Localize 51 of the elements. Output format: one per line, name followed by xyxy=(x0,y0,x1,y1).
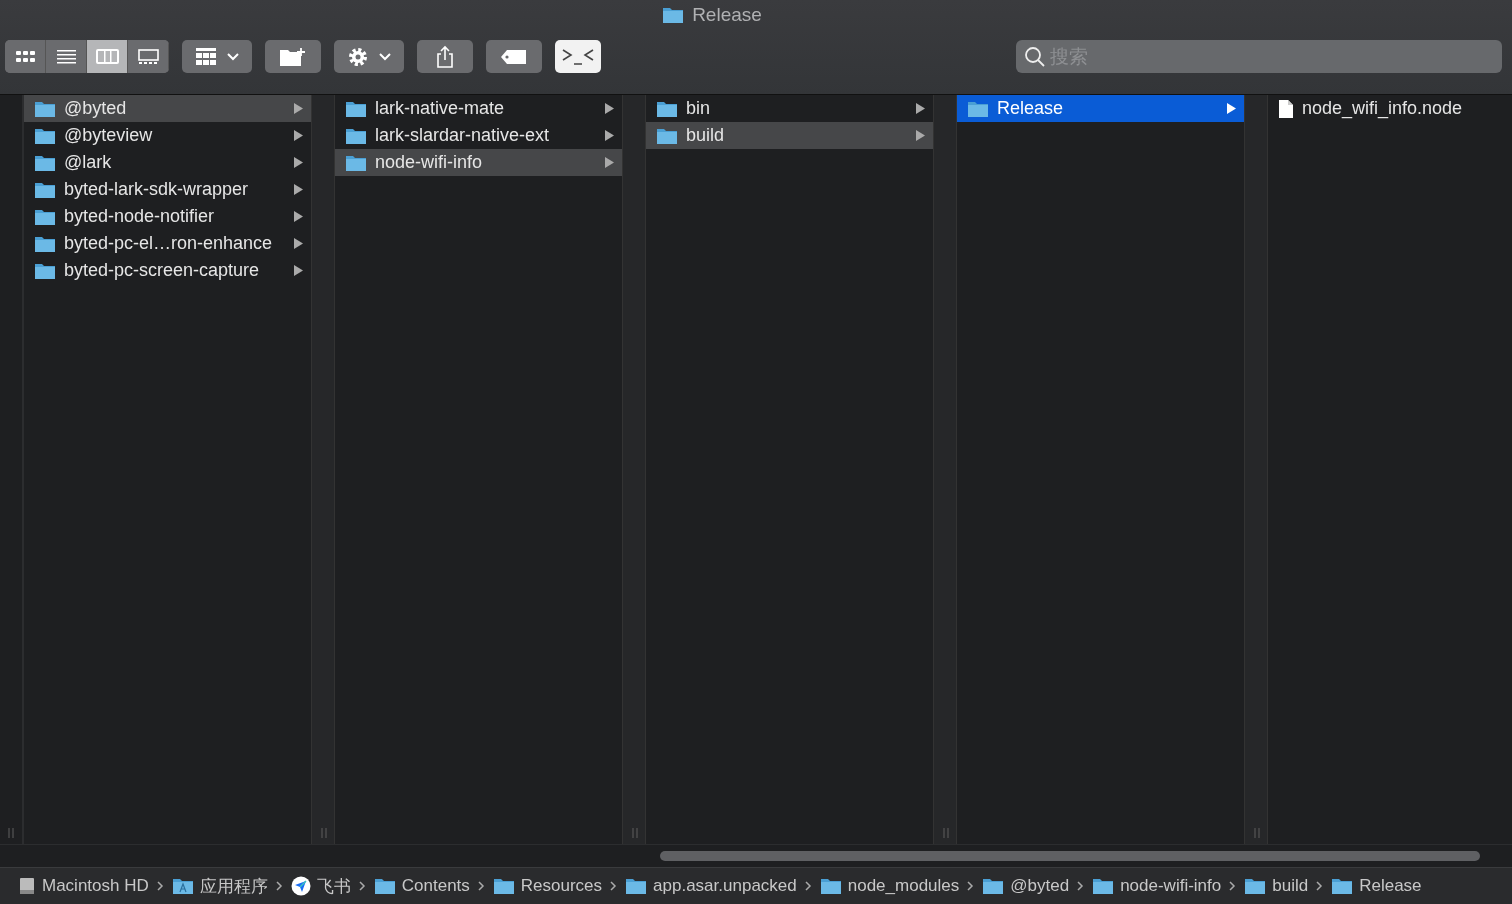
file-row[interactable]: Release xyxy=(957,95,1244,122)
file-row[interactable]: @byteview xyxy=(24,122,311,149)
file-name: Release xyxy=(997,98,1065,119)
file-row[interactable]: byted-lark-sdk-wrapper xyxy=(24,176,311,203)
path-item-label: 应用程序 xyxy=(199,875,268,898)
file-row[interactable]: node-wifi-info xyxy=(335,149,622,176)
path-item-label: @byted xyxy=(1010,876,1070,896)
file-name: node-wifi-info xyxy=(375,152,484,173)
path-item[interactable]: Release xyxy=(1331,876,1422,896)
path-item[interactable]: node_modules xyxy=(819,876,960,896)
path-item[interactable]: 应用程序 xyxy=(171,874,268,898)
file-row[interactable]: @lark xyxy=(24,149,311,176)
path-item[interactable]: Macintosh HD xyxy=(18,876,149,896)
file-name: bin xyxy=(686,98,712,119)
file-row[interactable]: byted-node-notifier xyxy=(24,203,311,230)
path-item-label: Contents xyxy=(401,876,470,896)
path-item-label: 飞书 xyxy=(316,875,351,898)
path-item[interactable]: Contents xyxy=(373,876,470,896)
path-item[interactable]: build xyxy=(1244,876,1309,896)
file-row[interactable]: lark-slardar-native-ext xyxy=(335,122,622,149)
file-name: lark-native-mate xyxy=(375,98,506,119)
file-row[interactable]: byted-pc-el…ron-enhance xyxy=(24,230,311,257)
file-row[interactable]: build xyxy=(646,122,933,149)
file-name: byted-pc-el…ron-enhance xyxy=(64,233,274,254)
file-row[interactable]: @byted xyxy=(24,95,311,122)
path-item-label: Macintosh HD xyxy=(42,876,149,896)
file-name: lark-slardar-native-ext xyxy=(375,125,551,146)
file-name: @byted xyxy=(64,98,128,119)
file-name: byted-node-notifier xyxy=(64,206,216,227)
window-title: Release xyxy=(692,4,762,26)
file-name: @byteview xyxy=(64,125,154,146)
path-item[interactable]: node-wifi-info xyxy=(1092,876,1222,896)
path-item-label: node-wifi-info xyxy=(1120,876,1222,896)
file-name: node_wifi_info.node xyxy=(1302,98,1464,119)
path-item[interactable]: @byted xyxy=(982,876,1070,896)
path-item-label: build xyxy=(1272,876,1309,896)
file-name: byted-pc-screen-capture xyxy=(64,260,261,281)
file-name: build xyxy=(686,125,726,146)
path-item-label: node_modules xyxy=(847,876,960,896)
path-item-label: app.asar.unpacked xyxy=(653,876,797,896)
file-row[interactable]: byted-pc-screen-capture xyxy=(24,257,311,284)
file-row[interactable]: lark-native-mate xyxy=(335,95,622,122)
path-item-label: Resources xyxy=(520,876,603,896)
file-row[interactable]: node_wifi_info.node xyxy=(1268,95,1512,122)
path-item[interactable]: 飞书 xyxy=(290,874,351,898)
path-item[interactable]: app.asar.unpacked xyxy=(625,876,797,896)
file-row[interactable]: bin xyxy=(646,95,933,122)
file-name: byted-lark-sdk-wrapper xyxy=(64,179,250,200)
file-name: @lark xyxy=(64,152,113,173)
path-item[interactable]: Resources xyxy=(492,876,603,896)
path-item-label: Release xyxy=(1359,876,1422,896)
